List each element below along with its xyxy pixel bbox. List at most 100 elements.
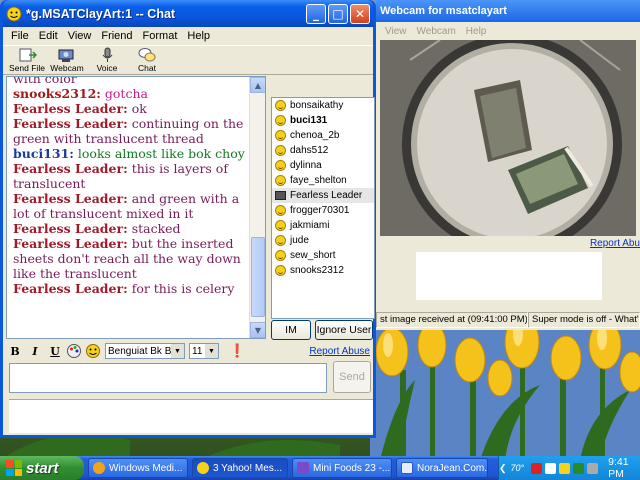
webcam-menu-webcam[interactable]: Webcam (412, 26, 461, 37)
user-name: bonsaikathy (290, 100, 344, 111)
user-name: Fearless Leader (290, 190, 363, 201)
smiley-icon (275, 145, 286, 156)
maximize-button[interactable]: □ (328, 3, 348, 24)
yahoo-messenger-icon (6, 6, 22, 21)
close-button[interactable]: ✕ (350, 3, 370, 24)
webcam-icon (58, 49, 74, 62)
chat-message: Fearless Leader: and green with a lot of… (13, 191, 247, 221)
webcam-report-abuse-link[interactable]: Report Abu (590, 238, 640, 249)
chat-message-history[interactable]: with color snooks2312: gotcha Fearless Lea… (6, 76, 266, 339)
tray-icon-4[interactable] (573, 462, 585, 474)
webcam-window-title: Webcam for msatclayart (380, 5, 507, 17)
im-button[interactable]: IM (271, 320, 311, 340)
user-list-item[interactable]: buci131 (272, 113, 374, 128)
room-user-list[interactable]: bonsaikathy buci131 chenoa_2b dahs512 dylinn… (271, 97, 375, 319)
chat-message: Fearless Leader: this is layers of trans… (13, 161, 247, 191)
user-list-item[interactable]: Fearless Leader (272, 188, 374, 203)
voice-button[interactable]: Voice (87, 46, 127, 73)
clock[interactable]: 9:41 PM (608, 456, 632, 480)
minimize-button[interactable]: _ (306, 3, 326, 24)
chat-titlebar[interactable]: *g.MSATClayArt:1 -- Chat _ □ ✕ (3, 0, 373, 27)
message-scrollbar[interactable]: ▲ ▼ (249, 77, 265, 338)
chat-message: snooks2312: gotcha (13, 86, 247, 101)
tray-expand-icon[interactable]: ❮ (499, 463, 507, 474)
user-name: jude (290, 235, 309, 246)
menu-edit[interactable]: Edit (35, 30, 64, 42)
chat-message: Fearless Leader: but the inserted sheets… (13, 236, 247, 281)
task-windows-media[interactable]: Windows Medi... (88, 458, 188, 478)
user-name: frogger70301 (290, 205, 350, 216)
webcam-titlebar[interactable]: Webcam for msatclayart (376, 0, 640, 22)
scroll-down-arrow[interactable]: ▼ (250, 322, 265, 338)
smiley-icon (275, 205, 286, 216)
italic-button[interactable]: I (26, 343, 44, 359)
user-list-item[interactable]: jude (272, 233, 374, 248)
user-list-item[interactable]: dylinna (272, 158, 374, 173)
tray-icon-2[interactable] (545, 462, 557, 474)
browser-icon (401, 462, 413, 474)
chat-window-title: *g.MSATClayArt:1 -- Chat (26, 6, 176, 21)
user-name: chenoa_2b (290, 130, 340, 141)
ignore-user-button[interactable]: Ignore User (315, 320, 373, 340)
bold-button[interactable]: B (6, 343, 24, 359)
menu-view[interactable]: View (64, 30, 98, 42)
media-player-icon (93, 462, 105, 474)
report-abuse-link[interactable]: Report Abuse (309, 346, 370, 357)
start-button[interactable]: start (0, 456, 84, 480)
font-size-select[interactable]: 11 ▼ (189, 343, 219, 359)
menu-file[interactable]: File (7, 30, 35, 42)
user-list-item[interactable]: dahs512 (272, 143, 374, 158)
message-sender: Fearless Leader: (13, 191, 128, 206)
chat-client-area: File Edit View Friend Format Help Send F… (3, 27, 375, 435)
chat-lower-pane (9, 399, 373, 433)
menu-friend[interactable]: Friend (97, 30, 138, 42)
send-button[interactable]: Send (333, 361, 371, 393)
color-palette-icon[interactable] (66, 343, 82, 359)
taskbar: start Windows Medi... 3 Yahoo! Mes... Mi… (0, 456, 640, 480)
user-list-item[interactable]: bonsaikathy (272, 98, 374, 113)
task-yahoo-messenger[interactable]: 3 Yahoo! Mes... (192, 458, 288, 478)
send-file-button[interactable]: Send File (7, 46, 47, 73)
user-name: sew_short (290, 250, 336, 261)
chat-button[interactable]: Chat (127, 46, 167, 73)
task-norajean[interactable]: NoraJean.Com... (396, 458, 488, 478)
yahoo-messenger-icon (197, 462, 209, 474)
webcam-menu-help[interactable]: Help (461, 26, 492, 37)
scroll-thumb[interactable] (251, 237, 265, 317)
message-sender: Fearless Leader: (13, 221, 128, 236)
user-list-item[interactable]: jakmiami (272, 218, 374, 233)
user-list-item[interactable]: faye_shelton (272, 173, 374, 188)
webcam-menu-view[interactable]: View (380, 26, 412, 37)
emoticon-icon[interactable] (85, 343, 101, 359)
user-list-item[interactable]: frogger70301 (272, 203, 374, 218)
user-name: dylinna (290, 160, 322, 171)
font-select-value: Benguiat Bk BT (108, 345, 178, 357)
menu-format[interactable]: Format (139, 30, 184, 42)
user-list-item[interactable]: snooks2312 (272, 263, 374, 278)
webcam-button[interactable]: Webcam (47, 46, 87, 73)
volume-icon[interactable] (587, 462, 599, 474)
smiley-icon (275, 250, 286, 261)
smiley-icon (275, 130, 286, 141)
tray-icon-3[interactable] (559, 462, 571, 474)
webcam-statusbar: st image received at (09:41:00 PM) Super… (376, 312, 640, 328)
webcam-snapshot (380, 40, 636, 236)
menu-help[interactable]: Help (183, 30, 216, 42)
user-name: buci131 (290, 115, 328, 126)
user-name: jakmiami (290, 220, 330, 231)
task-mini-foods[interactable]: Mini Foods 23 -... (292, 458, 392, 478)
scroll-up-arrow[interactable]: ▲ (250, 77, 265, 93)
user-list-item[interactable]: sew_short (272, 248, 374, 263)
tray-icon-1[interactable] (531, 462, 543, 474)
underline-button[interactable]: U (46, 343, 64, 359)
font-select[interactable]: Benguiat Bk BT ▼ (105, 343, 185, 359)
message-input[interactable] (9, 363, 327, 393)
smiley-icon (275, 160, 286, 171)
weather-temperature[interactable]: 70° (511, 463, 525, 473)
chat-toolbar: Send File Webcam Voice Chat (3, 45, 373, 75)
alert-icon[interactable]: ❗ (229, 344, 245, 359)
user-list-item[interactable]: chenoa_2b (272, 128, 374, 143)
message-text: ok (131, 101, 147, 116)
message-sender: snooks2312: (13, 86, 101, 101)
smiley-icon (275, 100, 286, 111)
